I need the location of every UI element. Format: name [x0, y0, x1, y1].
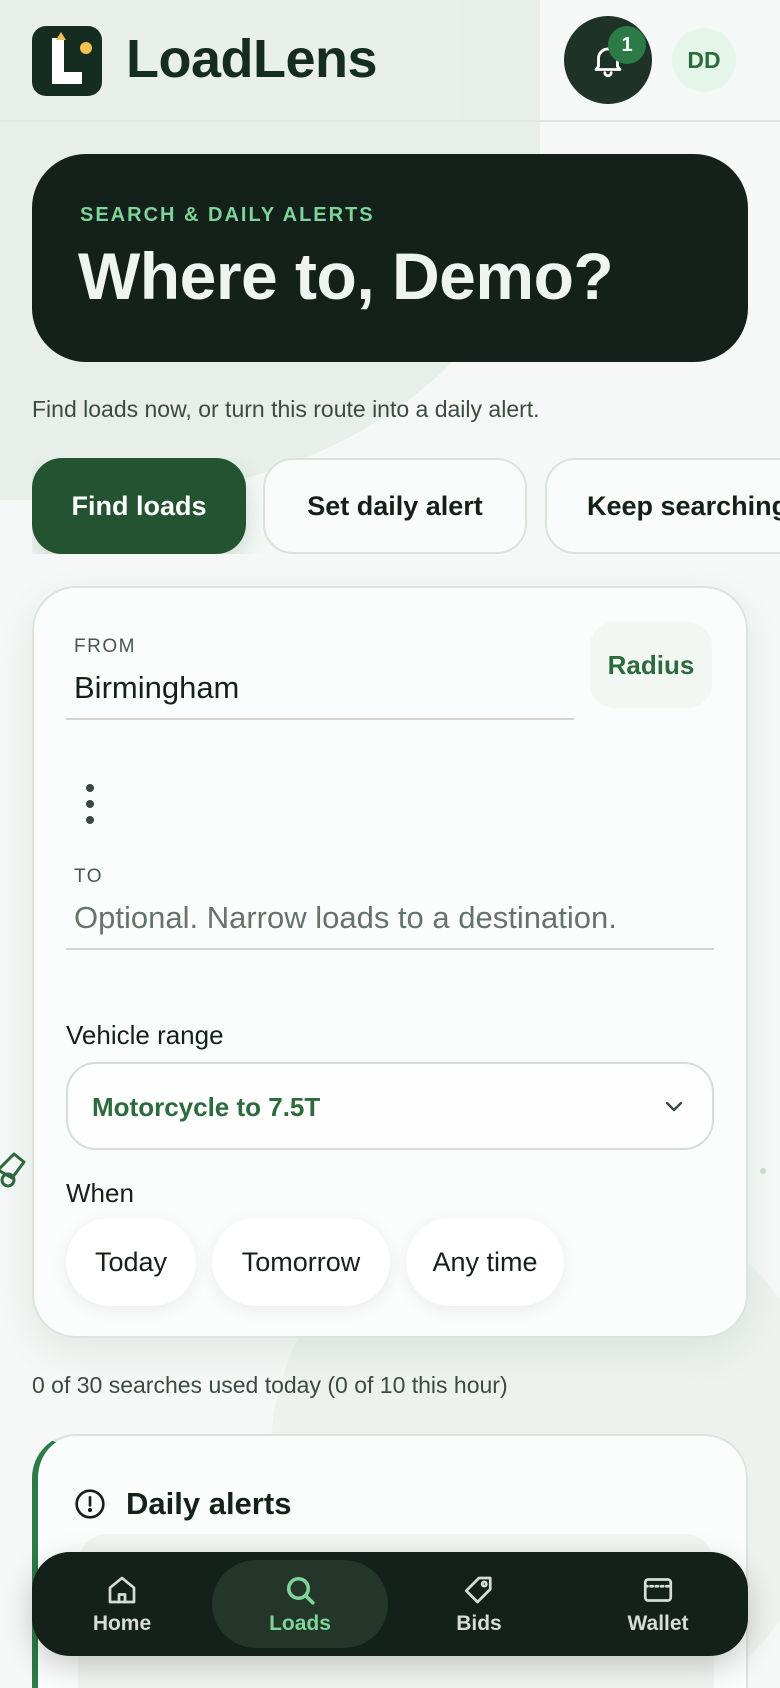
app-name: LoadLens — [126, 29, 378, 89]
chevron-down-icon — [665, 1101, 683, 1112]
nav-item-wallet[interactable]: Wallet — [570, 1560, 746, 1648]
home-icon — [108, 1576, 136, 1604]
nav-item-loads[interactable]: Loads — [212, 1560, 388, 1648]
avatar[interactable]: DD — [672, 28, 736, 92]
when-label: When — [66, 1178, 134, 1208]
notification-badge: 1 — [608, 26, 646, 64]
tag-icon — [464, 1576, 492, 1604]
from-label: FROM — [74, 636, 136, 657]
search-usage-text: 0 of 30 searches used today (0 of 10 thi… — [32, 1372, 508, 1398]
radius-button[interactable]: Radius — [590, 622, 712, 708]
app-logo[interactable] — [32, 26, 102, 96]
app-header: LoadLens 1 DD — [0, 0, 780, 122]
from-field[interactable]: Birmingham — [74, 670, 239, 706]
to-field[interactable] — [74, 894, 706, 942]
nav-label-loads: Loads — [269, 1612, 331, 1635]
nav-label-wallet: Wallet — [627, 1612, 689, 1635]
nav-item-bids[interactable]: Bids — [391, 1560, 567, 1648]
vehicle-range-value: Motorcycle to 7.5T — [92, 1092, 321, 1122]
to-label: TO — [74, 866, 104, 887]
nav-label-bids: Bids — [456, 1612, 502, 1635]
bottom-nav: Home Loads Bids Wallet — [32, 1552, 748, 1656]
when-option-today[interactable]: Today — [66, 1218, 196, 1306]
action-tabs: Find loads Set daily alert Keep searchin… — [32, 458, 780, 554]
nav-label-home: Home — [92, 1612, 152, 1635]
to-underline — [66, 948, 714, 950]
when-option-any-time[interactable]: Any time — [406, 1218, 564, 1306]
search-form-card: FROM Birmingham Radius TO Vehicle range … — [32, 586, 748, 1338]
from-underline — [66, 718, 574, 720]
find-loads-button[interactable]: Find loads — [32, 458, 246, 554]
when-option-tomorrow[interactable]: Tomorrow — [212, 1218, 390, 1306]
nav-item-home[interactable]: Home — [34, 1560, 210, 1648]
alert-circle-icon — [75, 1489, 105, 1519]
wallet-icon — [643, 1578, 673, 1602]
vehicle-range-label: Vehicle range — [66, 1020, 224, 1050]
vehicle-range-select[interactable]: Motorcycle to 7.5T — [66, 1062, 714, 1150]
page-title: Where to, Demo? — [78, 239, 614, 313]
daily-alerts-title: Daily alerts — [126, 1486, 292, 1521]
route-dots-icon — [86, 784, 94, 830]
page-subtitle: Find loads now, or turn this route into … — [32, 396, 540, 422]
hero-eyebrow: SEARCH & DAILY ALERTS — [80, 204, 375, 226]
hero-banner: SEARCH & DAILY ALERTS Where to, Demo? — [32, 154, 748, 362]
search-icon — [286, 1576, 315, 1605]
keep-searching-button[interactable]: Keep searching — [545, 458, 780, 554]
set-daily-alert-button[interactable]: Set daily alert — [263, 458, 527, 554]
